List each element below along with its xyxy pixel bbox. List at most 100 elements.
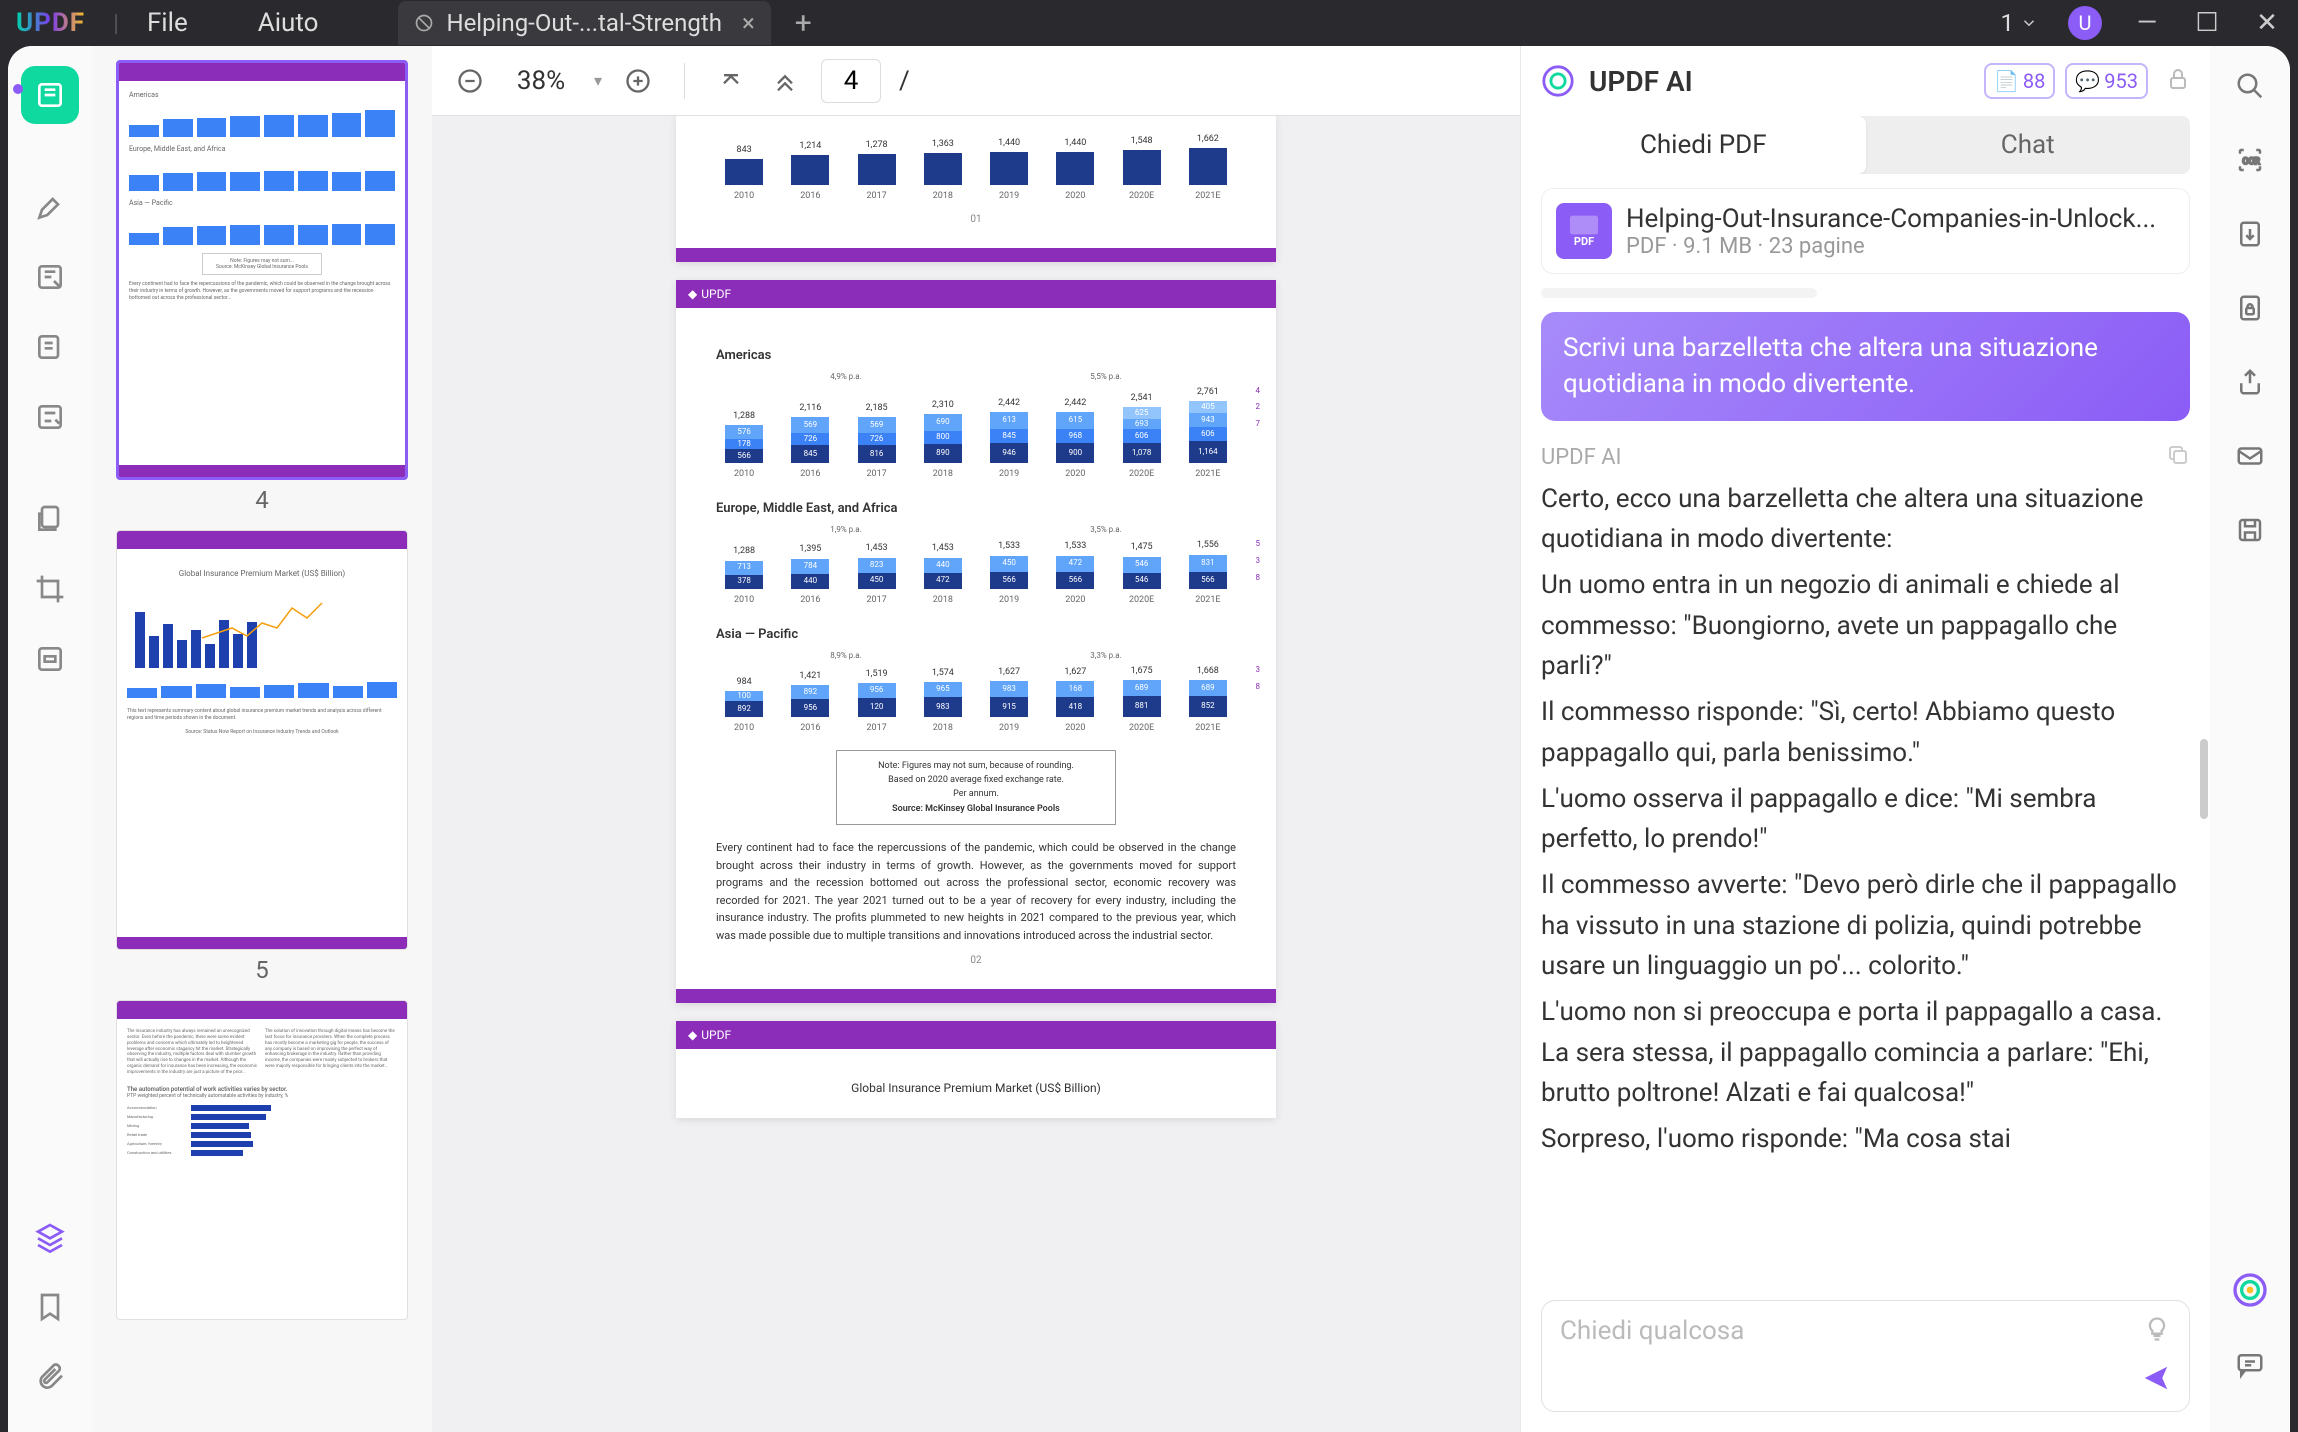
lightbulb-icon [2143, 1315, 2171, 1343]
search-button[interactable] [2230, 66, 2270, 106]
layers-tool[interactable] [21, 1208, 79, 1266]
titlebar: UPDF | File Aiuto Helping-Out-...tal-Str… [0, 0, 2298, 46]
layers-icon [34, 1221, 66, 1253]
ai-sender-label: UPDF AI [1541, 445, 1622, 470]
view-toolbar: 38% ▾ / [432, 46, 1520, 116]
chart-note: Note: Figures may not sum, because of ro… [836, 750, 1116, 826]
ai-prompt-input[interactable] [1560, 1316, 2129, 1346]
separator: | [113, 9, 119, 37]
ocr-icon: OCR [2235, 145, 2265, 175]
first-page-button[interactable] [713, 63, 749, 99]
copy-page-icon [34, 503, 66, 535]
copy-page-tool[interactable] [21, 490, 79, 548]
crop-icon [34, 573, 66, 605]
thumbnail-page-6[interactable]: The insurance industry has always remain… [116, 1000, 408, 1320]
email-button[interactable] [2230, 436, 2270, 476]
thumbnail-page-4[interactable]: Americas Europe, Middle East, and Africa… [116, 60, 408, 514]
thumbnail-page-5[interactable]: Global Insurance Premium Market (US$ Bil… [116, 530, 408, 984]
suggestions-button[interactable] [2143, 1315, 2171, 1347]
thumbnail-panel[interactable]: Americas Europe, Middle East, and Africa… [92, 46, 432, 1432]
page-3-partial: 8432010 1,2142016 1,2782017 1,3632018 1,… [676, 116, 1276, 262]
americas-title: Americas [716, 346, 1236, 367]
zoom-dropdown[interactable]: ▾ [594, 71, 602, 90]
zoom-level: 38% [506, 66, 576, 96]
tab-doc-icon [414, 13, 434, 33]
save-icon [2235, 515, 2265, 545]
prev-page-button[interactable] [767, 63, 803, 99]
updf-ai-logo-icon [1541, 64, 1575, 98]
ai-badge-pages[interactable]: 📄 88 [1984, 63, 2055, 99]
zoom-in-button[interactable] [620, 63, 656, 99]
crop-tool[interactable] [21, 560, 79, 618]
ocr-button[interactable]: OCR [2230, 140, 2270, 180]
copy-response-button[interactable] [2166, 443, 2190, 473]
minus-circle-icon [456, 67, 484, 95]
close-tab-icon[interactable]: × [742, 9, 755, 37]
menu-help[interactable]: Aiuto [258, 8, 319, 38]
thumb-5-number: 5 [116, 956, 408, 984]
ap-title: Asia — Pacific [716, 625, 1236, 646]
convert-icon [2235, 219, 2265, 249]
zoom-out-button[interactable] [452, 63, 488, 99]
document-view[interactable]: 38% ▾ / 8432010 1,2142016 1,2782017 1,36… [432, 46, 1520, 1432]
edit-text-tool[interactable] [21, 248, 79, 306]
close-window-button[interactable]: ✕ [2252, 8, 2282, 38]
comments-button[interactable] [2230, 1344, 2270, 1384]
tab-title: Helping-Out-...tal-Strength [446, 9, 721, 37]
tab-ask-pdf[interactable]: Chiedi PDF [1541, 116, 1866, 174]
highlighter-icon [34, 191, 66, 223]
form-tool[interactable] [21, 388, 79, 446]
eu-title: Europe, Middle East, and Africa [716, 499, 1236, 520]
file-card[interactable]: PDF Helping-Out-Insurance-Companies-in-U… [1541, 188, 2190, 274]
window-count-badge[interactable]: 1 [2001, 9, 2039, 37]
book-icon [34, 79, 66, 111]
page-5-partial: ◆ UPDF Global Insurance Premium Market (… [676, 1021, 1276, 1118]
protect-button[interactable] [2230, 288, 2270, 328]
attachment-tool[interactable] [21, 1348, 79, 1406]
go-top-icon [717, 67, 745, 95]
pdf-file-icon: PDF [1556, 203, 1612, 259]
minimize-button[interactable]: — [2132, 8, 2162, 38]
redact-tool[interactable] [21, 630, 79, 688]
reader-tool[interactable] [21, 66, 79, 124]
lock-page-icon [2235, 293, 2265, 323]
ai-panel-title: UPDF AI [1589, 65, 1970, 98]
body-paragraph: Every continent had to face the repercus… [716, 839, 1236, 945]
tab-chat[interactable]: Chat [1866, 116, 2191, 174]
ai-assistant-icon[interactable] [2230, 1270, 2270, 1310]
svg-text:OCR: OCR [2243, 157, 2261, 167]
chevron-up-icon [771, 67, 799, 95]
form-icon [34, 401, 66, 433]
highlight-tool[interactable] [21, 178, 79, 236]
document-tab[interactable]: Helping-Out-...tal-Strength × [398, 1, 770, 45]
lock-icon[interactable] [2166, 67, 2190, 95]
ai-tabs: Chiedi PDF Chat [1541, 116, 2190, 174]
ai-input-area [1541, 1300, 2190, 1412]
ai-response: Certo, ecco una barzelletta che altera u… [1541, 479, 2190, 1286]
content-area: Americas Europe, Middle East, and Africa… [8, 46, 2290, 1432]
add-tab-button[interactable]: + [795, 6, 812, 41]
send-icon [2141, 1363, 2171, 1393]
user-avatar[interactable]: U [2068, 6, 2102, 40]
plus-circle-icon [624, 67, 652, 95]
bookmark-tool[interactable] [21, 1278, 79, 1336]
active-indicator [13, 84, 23, 94]
ai-panel: UPDF AI 📄 88 💬 953 Chiedi PDF Chat PDF H… [1520, 46, 2210, 1432]
share-icon [2235, 367, 2265, 397]
user-prompt: Scrivi una barzelletta che altera una si… [1541, 312, 2190, 421]
share-button[interactable] [2230, 362, 2270, 402]
right-toolbar: OCR [2210, 46, 2290, 1432]
convert-button[interactable] [2230, 214, 2270, 254]
mail-icon [2235, 441, 2265, 471]
save-button[interactable] [2230, 510, 2270, 550]
search-icon [2235, 71, 2265, 101]
menu-file[interactable]: File [147, 8, 188, 38]
redact-icon [34, 643, 66, 675]
maximize-button[interactable]: ☐ [2192, 8, 2222, 38]
send-button[interactable] [2141, 1363, 2171, 1397]
ai-badge-words[interactable]: 💬 953 [2065, 63, 2148, 99]
page-number-input[interactable] [821, 59, 881, 103]
app-logo: UPDF [16, 8, 85, 38]
page-tool[interactable] [21, 318, 79, 376]
file-meta: PDF · 9.1 MB · 23 pagine [1626, 234, 2175, 259]
